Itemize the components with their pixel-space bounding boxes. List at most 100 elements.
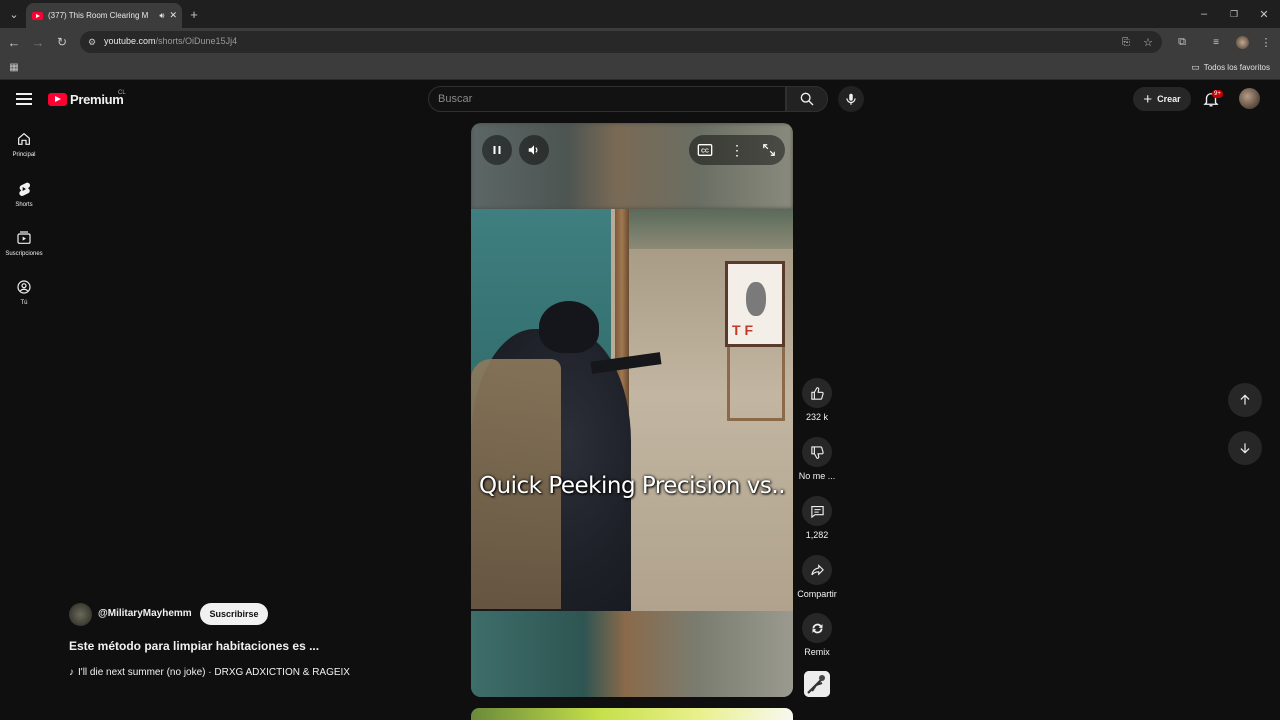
remix-icon (812, 623, 822, 633)
channel-name[interactable]: @MilitaryMayhemm (98, 608, 192, 619)
share-action[interactable]: Compartir (796, 555, 838, 599)
captions-button[interactable]: CC (695, 140, 715, 160)
arrow-down-icon (1240, 443, 1250, 454)
comment-icon (810, 505, 824, 518)
rail-label: Suscripciones (5, 251, 43, 257)
previous-short-button[interactable] (1228, 383, 1262, 417)
microphone-icon (846, 93, 856, 105)
share-button[interactable] (802, 555, 832, 585)
site-info-icon[interactable]: ⚙ (84, 34, 100, 50)
forward-icon[interactable]: → (30, 34, 46, 50)
tab-close-icon[interactable]: ✕ (169, 10, 177, 21)
apps-grid-icon[interactable]: ▦ (6, 59, 22, 75)
video-title[interactable]: Este método para limpiar habitaciones es… (69, 639, 319, 653)
plus-icon: + (1143, 90, 1153, 108)
next-short-preview[interactable] (471, 708, 793, 720)
install-app-icon[interactable]: ⎘ (1118, 34, 1134, 50)
remix-action[interactable]: Remix (796, 613, 838, 657)
music-note-icon: ♪ (69, 667, 74, 678)
comments-button[interactable] (802, 496, 832, 526)
window-close-icon[interactable]: ✕ (1256, 6, 1272, 22)
pause-button[interactable] (482, 135, 512, 165)
home-icon (18, 132, 30, 145)
extensions-icon[interactable]: ⧉ (1174, 34, 1190, 50)
create-label: Crear (1157, 94, 1181, 104)
tab-title: (377) This Room Clearing M (48, 11, 149, 20)
channel-avatar[interactable] (69, 603, 92, 626)
media-controls-icon[interactable]: ≡ (1208, 34, 1224, 50)
comments-action[interactable]: 1,282 (796, 496, 838, 540)
rail-label: Principal (12, 152, 36, 158)
browser-tab[interactable]: (377) This Room Clearing M 🔊︎ ✕ (26, 3, 182, 28)
more-options-icon[interactable]: ⋮ (727, 140, 747, 160)
back-icon[interactable]: ← (6, 34, 22, 50)
dislike-action[interactable]: No me ... (796, 437, 838, 481)
svg-text:CC: CC (701, 149, 709, 155)
rail-item-tu[interactable]: Tú (0, 279, 48, 306)
shorts-icon (19, 182, 31, 197)
notifications-badge: 9+ (1212, 90, 1223, 98)
video-target-stand (727, 347, 785, 421)
browser-menu-icon[interactable]: ⋮ (1258, 34, 1274, 50)
blurred-backdrop-bottom (471, 611, 793, 697)
profile-icon[interactable] (1234, 34, 1250, 50)
voice-search-button[interactable] (838, 86, 864, 112)
captions-icon: CC (697, 144, 713, 156)
all-bookmarks-button[interactable]: ▭ Todos los favoritos (1191, 62, 1270, 73)
like-button[interactable] (802, 378, 832, 408)
youtube-premium-logo[interactable]: Premium (48, 92, 124, 107)
tab-search-icon[interactable]: ⌄ (6, 6, 22, 22)
like-action[interactable]: 232 k (796, 378, 838, 422)
volume-icon (528, 145, 538, 155)
rail-item-suscripciones[interactable]: Suscripciones (0, 230, 48, 257)
thumbs-down-icon (810, 445, 824, 459)
fullscreen-icon (763, 144, 775, 156)
address-bar[interactable] (80, 31, 1162, 53)
thumbs-up-icon (810, 386, 824, 400)
new-tab-icon[interactable]: + (186, 6, 202, 22)
account-avatar[interactable] (1239, 88, 1260, 109)
share-icon (810, 563, 824, 576)
folder-icon: ▭ (1191, 62, 1200, 72)
video-target: T F (725, 261, 785, 347)
url-text[interactable]: youtube.com/shorts/OiDune15Jj4 (104, 36, 237, 46)
next-short-button[interactable] (1228, 431, 1262, 465)
subscribe-button[interactable]: Suscribirse (200, 603, 268, 625)
restore-icon[interactable]: ❐ (1226, 6, 1242, 22)
create-button[interactable]: + Crear (1133, 87, 1191, 111)
dislike-button[interactable] (802, 437, 832, 467)
video-background (621, 209, 793, 249)
tab-audio-icon[interactable]: 🔊︎ (159, 11, 164, 21)
youtube-logo-icon (48, 93, 67, 106)
shorts-player[interactable]: T F Quick Peeking Precision vs.. CC ⋮ (471, 123, 793, 697)
remix-button[interactable] (802, 613, 832, 643)
video-caption: Quick Peeking Precision vs.. (478, 473, 786, 499)
rail-label: Shorts (15, 202, 33, 208)
music-link[interactable]: ♪ I'll die next summer (no joke) · DRXG … (69, 667, 350, 678)
video-shooter-head (539, 301, 599, 353)
share-label: Compartir (797, 589, 837, 599)
country-code: CL (118, 90, 126, 96)
rail-item-principal[interactable]: Principal (0, 131, 48, 158)
hamburger-menu-icon[interactable] (14, 90, 34, 108)
rail-item-shorts[interactable]: Shorts (0, 181, 48, 208)
subscriptions-icon (17, 231, 31, 244)
you-icon (17, 280, 31, 294)
search-icon (800, 92, 814, 106)
video-frame[interactable]: T F (471, 209, 793, 611)
bookmark-star-icon[interactable]: ☆ (1140, 34, 1156, 50)
youtube-favicon-icon (32, 11, 43, 20)
logo-text: Premium (70, 92, 124, 107)
search-button[interactable] (786, 86, 828, 112)
remix-label: Remix (804, 647, 830, 657)
reload-icon[interactable]: ↻ (54, 34, 70, 50)
fullscreen-button[interactable] (759, 140, 779, 160)
bookmarks-bar (0, 56, 1280, 80)
comment-count: 1,282 (805, 530, 829, 540)
minimize-icon[interactable]: – (1196, 6, 1212, 22)
volume-button[interactable] (519, 135, 549, 165)
sound-thumbnail-image (804, 671, 830, 697)
rail-label: Tú (20, 300, 28, 306)
sound-thumbnail[interactable] (804, 671, 830, 697)
search-input[interactable] (438, 91, 778, 107)
